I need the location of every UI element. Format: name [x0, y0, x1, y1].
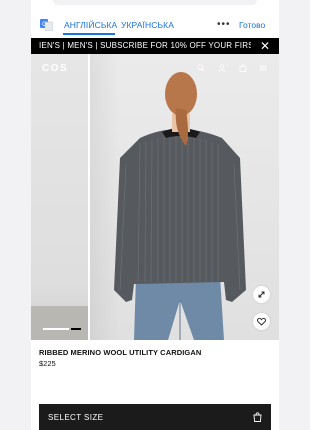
bag-icon[interactable] — [239, 64, 247, 72]
promo-text[interactable]: IEN'S | MEN'S | SUBSCRIBE FOR 10% OFF YO… — [39, 41, 279, 50]
right-gutter — [279, 0, 310, 430]
menu-icon[interactable] — [259, 64, 267, 72]
active-tab-underline — [63, 33, 115, 35]
wishlist-button[interactable] — [253, 313, 270, 330]
product-image-main[interactable] — [90, 54, 279, 340]
done-button[interactable]: Готово — [239, 20, 265, 30]
search-icon[interactable] — [197, 64, 205, 72]
url-bar-edge — [53, 0, 257, 5]
select-size-label: SELECT SIZE — [48, 413, 104, 422]
select-size-button[interactable]: SELECT SIZE — [39, 404, 271, 430]
translate-bar: G АНГЛІЙСЬКА УКРАЇНСЬКА ••• Готово — [31, 0, 279, 36]
close-icon[interactable]: ✕ — [251, 38, 279, 54]
promo-banner[interactable]: IEN'S | MEN'S | SUBSCRIBE FOR 10% OFF YO… — [31, 38, 279, 54]
brand-logo[interactable]: COS — [42, 63, 68, 74]
shopping-bag-icon — [253, 412, 262, 422]
heart-icon — [257, 317, 266, 326]
wall-shadow — [90, 54, 120, 340]
product-image-secondary[interactable] — [31, 54, 88, 340]
phone-screen: G АНГЛІЙСЬКА УКРАЇНСЬКА ••• Готово IEN'S… — [31, 0, 279, 430]
left-gutter — [0, 0, 31, 430]
more-options-icon[interactable]: ••• — [217, 19, 231, 30]
google-translate-icon: G — [40, 19, 53, 31]
tab-english[interactable]: АНГЛІЙСЬКА — [64, 20, 117, 30]
tab-ukrainian[interactable]: УКРАЇНСЬКА — [121, 20, 174, 30]
expand-image-button[interactable] — [253, 286, 270, 303]
svg-text:G: G — [42, 21, 47, 28]
expand-icon — [258, 291, 265, 298]
product-name: RIBBED MERINO WOOL UTILITY CARDIGAN — [39, 348, 202, 357]
carousel-indicator-active — [43, 328, 69, 330]
carousel-indicator — [71, 328, 81, 330]
floor-area — [31, 306, 88, 340]
product-price: $225 — [39, 359, 56, 368]
account-icon[interactable] — [218, 64, 226, 72]
